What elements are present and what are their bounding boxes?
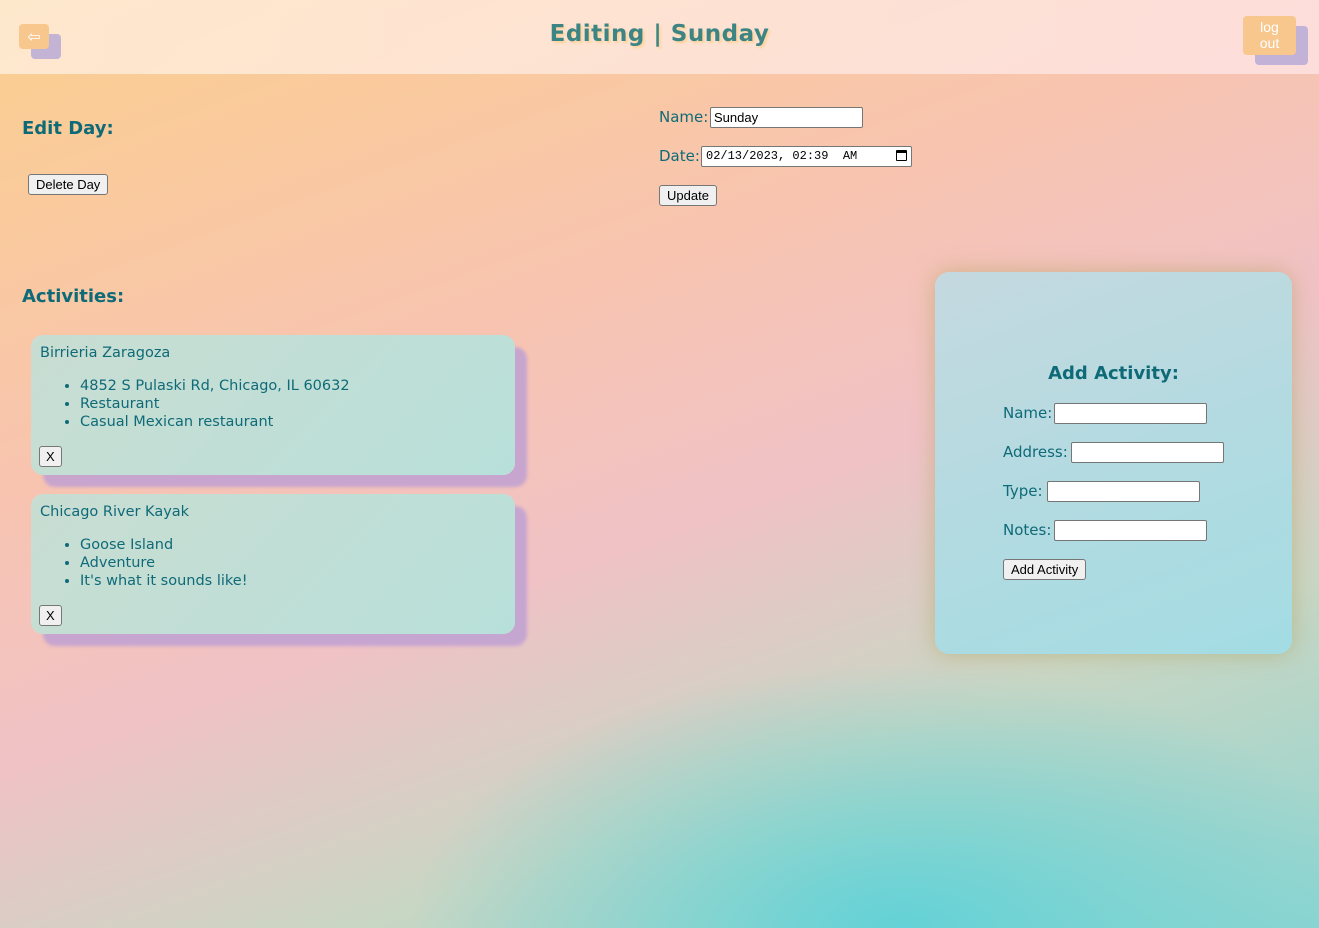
activity-details: 4852 S Pulaski Rd, Chicago, IL 60632 Res… [40,377,350,431]
update-button[interactable]: Update [659,185,717,206]
activity-notes: Casual Mexican restaurant [80,413,350,431]
day-name-input[interactable]: Sunday [710,107,863,128]
activity-card: Birrieria Zaragoza 4852 S Pulaski Rd, Ch… [31,335,515,475]
remove-activity-button[interactable]: X [39,605,62,626]
activity-address: Goose Island [80,536,248,554]
top-bar: ⇦ Editing | Sunday log out [0,0,1319,74]
activity-details: Goose Island Adventure It's what it soun… [40,536,248,590]
day-date-value: 02/13/2023, 02:39 AM [706,149,858,163]
activity-type-label: Type: [1003,482,1043,500]
activity-type-input[interactable] [1047,481,1200,502]
add-activity-panel: Add Activity: Name: Address: Type: Notes… [935,272,1292,654]
activity-notes-label: Notes: [1003,521,1052,539]
activities-heading: Activities: [22,286,125,307]
activity-notes: It's what it sounds like! [80,572,248,590]
add-activity-heading: Add Activity: [1048,363,1179,384]
delete-day-button[interactable]: Delete Day [28,174,109,195]
activity-address-label: Address: [1003,443,1068,461]
activity-address: 4852 S Pulaski Rd, Chicago, IL 60632 [80,377,350,395]
activity-type: Adventure [80,554,248,572]
activity-card: Chicago River Kayak Goose Island Adventu… [31,494,515,634]
activity-name-input[interactable] [1054,403,1207,424]
day-date-label: Date: [659,147,700,165]
day-date-input[interactable]: 02/13/2023, 02:39 AM [701,146,912,167]
activity-name: Chicago River Kayak [40,504,190,520]
edit-day-heading: Edit Day: [22,118,114,139]
activity-type: Restaurant [80,395,350,413]
calendar-icon[interactable] [896,150,907,161]
logout-label-line1: log [1260,19,1279,35]
activity-notes-input[interactable] [1054,520,1207,541]
logout-button[interactable]: log out [1243,16,1296,55]
activity-address-input[interactable] [1071,442,1224,463]
logout-label-line2: out [1259,35,1280,51]
add-activity-button[interactable]: Add Activity [1003,559,1087,580]
activity-name-label: Name: [1003,404,1053,422]
day-name-label: Name: [659,108,709,126]
remove-activity-button[interactable]: X [39,446,62,467]
page-title: Editing | Sunday [549,21,770,47]
activity-name: Birrieria Zaragoza [40,345,171,361]
